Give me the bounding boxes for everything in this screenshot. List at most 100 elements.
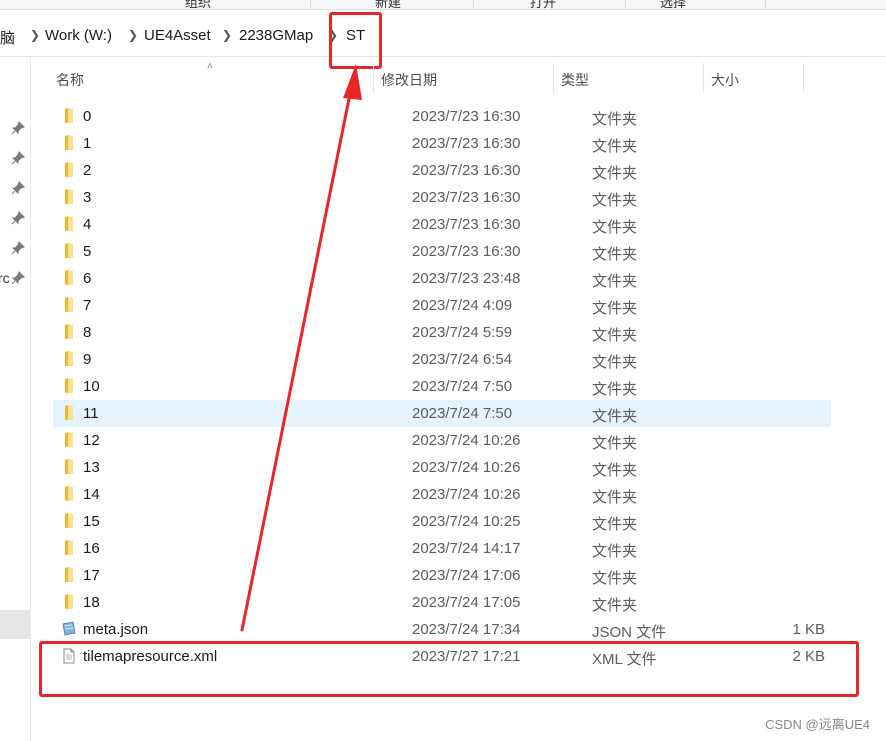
file-name: 15 xyxy=(83,513,100,530)
file-name: 4 xyxy=(83,216,92,233)
folder-icon xyxy=(61,270,77,286)
file-row[interactable]: 5 2023/7/23 16:30 文件夹 xyxy=(53,238,831,265)
file-row[interactable]: 0 2023/7/23 16:30 文件夹 xyxy=(53,103,831,130)
file-row[interactable]: 10 2023/7/24 7:50 文件夹 xyxy=(53,373,831,400)
breadcrumb-item-2238gmap[interactable]: 2238GMap xyxy=(239,27,313,44)
column-divider[interactable] xyxy=(373,63,374,93)
file-row[interactable]: 9 2023/7/24 6:54 文件夹 xyxy=(53,346,831,373)
column-divider[interactable] xyxy=(703,63,704,93)
file-type: 文件夹 xyxy=(592,435,638,452)
file-modified-date: 2023/7/24 7:50 xyxy=(412,378,513,395)
file-name: 6 xyxy=(83,270,92,287)
file-type: JSON 文件 xyxy=(592,624,667,641)
file-row[interactable]: 8 2023/7/24 5:59 文件夹 xyxy=(53,319,831,346)
nav-item-selected[interactable] xyxy=(0,610,30,639)
chevron-right-icon[interactable]: ❯ xyxy=(128,28,138,42)
pin-icon[interactable] xyxy=(11,211,25,225)
file-type: 文件夹 xyxy=(592,462,638,479)
file-row[interactable]: 11 2023/7/24 7:50 文件夹 xyxy=(53,400,831,427)
file-name: 10 xyxy=(83,378,100,395)
file-modified-date: 2023/7/23 16:30 xyxy=(412,108,521,125)
column-header-type[interactable]: 类型 xyxy=(561,70,589,90)
file-type: 文件夹 xyxy=(592,246,638,263)
file-name: 9 xyxy=(83,351,92,368)
file-name: 0 xyxy=(83,108,92,125)
file-name: 8 xyxy=(83,324,92,341)
file-row[interactable]: 3 2023/7/23 16:30 文件夹 xyxy=(53,184,831,211)
file-type: 文件夹 xyxy=(592,516,638,533)
file-type: 文件夹 xyxy=(592,381,638,398)
pin-icon[interactable] xyxy=(11,151,25,165)
folder-icon xyxy=(61,189,77,205)
file-modified-date: 2023/7/24 6:54 xyxy=(412,351,513,368)
file-row[interactable]: meta.json 2023/7/24 17:34 JSON 文件 1 KB xyxy=(53,616,831,643)
file-name: 1 xyxy=(83,135,92,152)
folder-icon xyxy=(61,351,77,367)
folder-icon xyxy=(61,405,77,421)
nav-item-partial-label[interactable]: rc xyxy=(0,270,10,286)
ribbon-open-label[interactable]: 打开 xyxy=(530,0,556,11)
file-row[interactable]: 16 2023/7/24 14:17 文件夹 xyxy=(53,535,831,562)
column-header-date[interactable]: 修改日期 xyxy=(381,70,437,90)
file-modified-date: 2023/7/24 17:06 xyxy=(412,567,521,584)
chevron-right-icon[interactable]: ❯ xyxy=(30,28,40,42)
file-modified-date: 2023/7/24 10:26 xyxy=(412,486,521,503)
column-header-size[interactable]: 大小 xyxy=(711,70,739,90)
pin-icon[interactable] xyxy=(11,271,25,285)
file-modified-date: 2023/7/24 14:17 xyxy=(412,540,521,557)
file-modified-date: 2023/7/23 16:30 xyxy=(412,135,521,152)
ribbon-new-label[interactable]: 新建 xyxy=(375,0,401,11)
file-type: 文件夹 xyxy=(592,111,638,128)
file-row[interactable]: 4 2023/7/23 16:30 文件夹 xyxy=(53,211,831,238)
column-header-row: ˄ 名称 修改日期 类型 大小 xyxy=(31,57,886,97)
breadcrumb-item-ue4asset[interactable]: UE4Asset xyxy=(144,27,211,44)
file-type: 文件夹 xyxy=(592,327,638,344)
file-modified-date: 2023/7/23 23:48 xyxy=(412,270,521,287)
file-row[interactable]: 14 2023/7/24 10:26 文件夹 xyxy=(53,481,831,508)
file-type: 文件夹 xyxy=(592,597,638,614)
folder-icon xyxy=(61,540,77,556)
file-list-view: ˄ 名称 修改日期 类型 大小 0 2023/7/23 16:30 文件夹 1 2023… xyxy=(30,57,886,741)
file-row[interactable]: 1 2023/7/23 16:30 文件夹 xyxy=(53,130,831,157)
address-bar[interactable]: 电脑 ❯ Work (W:) ❯ UE4Asset ❯ 2238GMap ❯ S… xyxy=(0,16,886,57)
sort-ascending-icon: ˄ xyxy=(207,61,213,72)
pin-icon[interactable] xyxy=(11,181,25,195)
file-modified-date: 2023/7/23 16:30 xyxy=(412,162,521,179)
ribbon-organize-label[interactable]: 组织 xyxy=(185,0,211,11)
pin-icon[interactable] xyxy=(11,121,25,135)
folder-icon xyxy=(61,297,77,313)
breadcrumb-item-work-drive[interactable]: Work (W:) xyxy=(45,27,112,44)
file-modified-date: 2023/7/24 5:59 xyxy=(412,324,513,341)
ribbon-separator xyxy=(765,0,766,9)
ribbon-select-label[interactable]: 选择 xyxy=(660,0,686,11)
file-name: 5 xyxy=(83,243,92,260)
file-row[interactable]: 13 2023/7/24 10:26 文件夹 xyxy=(53,454,831,481)
file-row[interactable]: 7 2023/7/24 4:09 文件夹 xyxy=(53,292,831,319)
file-type: 文件夹 xyxy=(592,570,638,587)
file-modified-date: 2023/7/24 10:26 xyxy=(412,432,521,449)
file-row[interactable]: 2 2023/7/23 16:30 文件夹 xyxy=(53,157,831,184)
watermark-text: CSDN @远离UE4 xyxy=(765,717,870,732)
folder-icon xyxy=(61,513,77,529)
file-row[interactable]: 15 2023/7/24 10:25 文件夹 xyxy=(53,508,831,535)
file-row[interactable]: 6 2023/7/23 23:48 文件夹 xyxy=(53,265,831,292)
file-type: 文件夹 xyxy=(592,408,638,425)
file-row[interactable]: 17 2023/7/24 17:06 文件夹 xyxy=(53,562,831,589)
column-divider[interactable] xyxy=(803,63,804,93)
column-divider[interactable] xyxy=(553,63,554,93)
file-name: 16 xyxy=(83,540,100,557)
ribbon-separator xyxy=(473,0,474,9)
file-row[interactable]: 18 2023/7/24 17:05 文件夹 xyxy=(53,589,831,616)
file-type: 文件夹 xyxy=(592,489,638,506)
pin-icon[interactable] xyxy=(11,241,25,255)
file-modified-date: 2023/7/24 7:50 xyxy=(412,405,513,422)
file-row[interactable]: 12 2023/7/24 10:26 文件夹 xyxy=(53,427,831,454)
folder-icon xyxy=(61,378,77,394)
chevron-right-icon[interactable]: ❯ xyxy=(222,28,232,42)
column-header-name[interactable]: 名称 xyxy=(56,70,84,90)
file-name: 14 xyxy=(83,486,100,503)
file-name: 12 xyxy=(83,432,100,449)
json-file-icon xyxy=(61,621,77,637)
breadcrumb-item-computer[interactable]: 电脑 xyxy=(0,27,15,48)
folder-icon xyxy=(61,216,77,232)
